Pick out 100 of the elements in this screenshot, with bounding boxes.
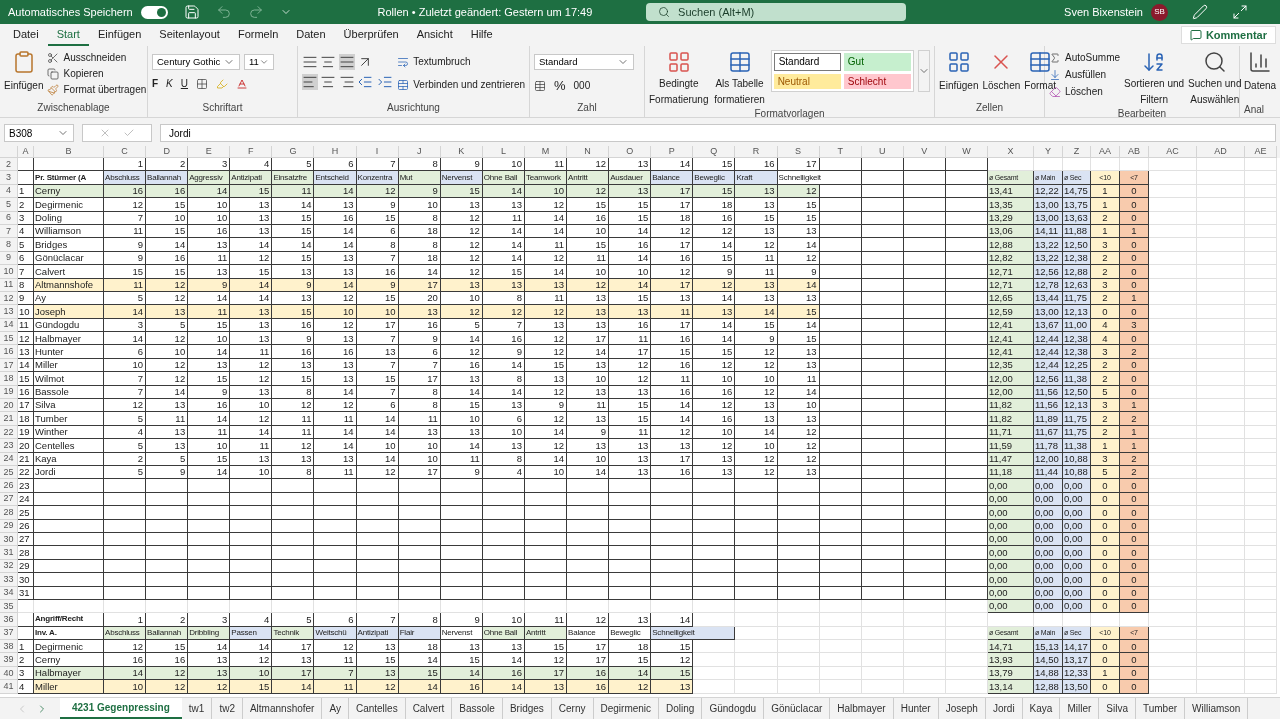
sheet-tab[interactable]: Cerny bbox=[551, 698, 594, 719]
sort-filter-button[interactable]: Sortieren und Filtern bbox=[1124, 50, 1185, 106]
comment-button[interactable]: Kommentar bbox=[1180, 26, 1276, 44]
conditional-formatting-button[interactable]: Bedingte Formatierung bbox=[649, 50, 709, 106]
column-letter[interactable]: L bbox=[482, 146, 525, 158]
cell-style[interactable]: Gut bbox=[843, 53, 911, 71]
column-letter[interactable]: B bbox=[34, 146, 104, 158]
name-box[interactable]: B308 bbox=[4, 124, 74, 142]
row-header[interactable]: 5 bbox=[0, 198, 18, 212]
sheet-tab[interactable]: Gönüclacar bbox=[764, 698, 831, 719]
row-header[interactable]: 15 bbox=[0, 332, 18, 346]
row-header[interactable]: 39 bbox=[0, 653, 18, 667]
sheet-tab[interactable]: 4231 Gegenpressing bbox=[60, 698, 182, 719]
column-letter[interactable]: Z bbox=[1062, 146, 1091, 158]
ribbon-tab[interactable]: Seitenlayout bbox=[150, 24, 229, 46]
font-field[interactable]: Century Gothic bbox=[152, 54, 240, 70]
thousands-button[interactable]: 000 bbox=[573, 78, 591, 94]
ribbon-tab[interactable]: Einfügen bbox=[88, 24, 151, 46]
delete-cells-button[interactable]: Löschen bbox=[982, 50, 1021, 93]
column-letter[interactable]: M bbox=[524, 146, 568, 158]
column-letter[interactable]: I bbox=[356, 146, 399, 158]
insert-cells-button[interactable]: Einfügen bbox=[939, 50, 979, 93]
document-title[interactable]: Rollen • Zuletzt geändert: Gestern um 17:49 bbox=[377, 3, 593, 21]
sheet-tab[interactable]: Cantelles bbox=[348, 698, 406, 719]
copy-button[interactable]: Kopieren bbox=[47, 66, 147, 81]
format-as-table-button[interactable]: Als Tabelle formatieren bbox=[712, 50, 767, 106]
cut-button[interactable]: Ausschneiden bbox=[47, 50, 147, 65]
column-letter[interactable]: O bbox=[609, 146, 652, 158]
sheet-tab[interactable]: Gündogdu bbox=[702, 698, 765, 719]
ribbon-tab[interactable]: Datei bbox=[4, 24, 48, 46]
sheet-tab[interactable]: Hunter bbox=[893, 698, 939, 719]
format-painter-button[interactable]: Format übertragen bbox=[47, 82, 147, 97]
sheet-tab[interactable]: Tumber bbox=[1136, 698, 1186, 719]
column-letter[interactable]: C bbox=[104, 146, 147, 158]
row-header[interactable]: 28 bbox=[0, 506, 18, 520]
column-letter[interactable]: G bbox=[272, 146, 315, 158]
column-letter[interactable]: N bbox=[567, 146, 610, 158]
column-letter[interactable]: AD bbox=[1196, 146, 1245, 158]
search-field[interactable]: Suchen (Alt+M) bbox=[646, 3, 907, 21]
row-header[interactable]: 21 bbox=[0, 412, 18, 426]
column-letter[interactable]: F bbox=[230, 146, 273, 158]
sheet-tab[interactable]: Jordi bbox=[985, 698, 1023, 719]
column-letter[interactable]: AA bbox=[1090, 146, 1120, 158]
sheet-tab[interactable]: tw1 bbox=[181, 698, 213, 719]
sheet-tab[interactable]: Halbmayer bbox=[830, 698, 894, 719]
ribbon-tab[interactable]: Hilfe bbox=[461, 24, 502, 46]
italic-button[interactable]: K bbox=[166, 76, 173, 91]
cell-style[interactable]: Neutral bbox=[773, 73, 841, 89]
number-format-field[interactable]: Standard bbox=[534, 54, 634, 70]
column-letter[interactable]: J bbox=[398, 146, 441, 158]
sheet-tab[interactable]: Silva bbox=[1099, 698, 1136, 719]
column-letter[interactable]: Y bbox=[1033, 146, 1063, 158]
user-avatar[interactable]: SB bbox=[1151, 3, 1168, 21]
wrap-text-button[interactable]: Textumbruch bbox=[397, 54, 525, 69]
bold-button[interactable]: F bbox=[152, 76, 159, 91]
ribbon-tab[interactable]: Überprüfen bbox=[334, 24, 408, 46]
row-header[interactable]: 8 bbox=[0, 238, 18, 252]
row-header[interactable]: 18 bbox=[0, 372, 18, 386]
column-letter[interactable]: AE bbox=[1244, 146, 1277, 158]
column-letter[interactable]: S bbox=[777, 146, 820, 158]
column-letter[interactable]: V bbox=[903, 146, 946, 158]
find-select-button[interactable]: Suchen und Auswählen bbox=[1188, 50, 1242, 106]
sheet-tab[interactable]: Doling bbox=[659, 698, 703, 719]
ribbon-tab[interactable]: Daten bbox=[287, 24, 335, 46]
column-letter[interactable]: W bbox=[945, 146, 988, 158]
sheet-tab[interactable]: Calvert bbox=[405, 698, 453, 719]
row-header[interactable]: 16 bbox=[0, 345, 18, 359]
ribbon-tab[interactable]: Ansicht bbox=[407, 24, 462, 46]
sheet-tab[interactable]: Ay bbox=[322, 698, 349, 719]
row-header[interactable]: 26 bbox=[0, 479, 18, 493]
sheet-tab[interactable]: Altmannshofer bbox=[242, 698, 323, 719]
column-letter[interactable]: U bbox=[861, 146, 904, 158]
row-header[interactable]: 41 bbox=[0, 680, 18, 694]
column-letter[interactable]: H bbox=[314, 146, 357, 158]
sheet-tab[interactable]: Degirmenic bbox=[593, 698, 660, 719]
row-header[interactable]: 31 bbox=[0, 546, 18, 560]
sheet-tab[interactable]: Bassole bbox=[452, 698, 503, 719]
cell-style[interactable]: Standard bbox=[773, 53, 841, 71]
gallery-more-button[interactable] bbox=[918, 50, 930, 92]
row-header[interactable]: 2 bbox=[0, 158, 18, 172]
column-letter[interactable]: E bbox=[188, 146, 231, 158]
sheet-tab[interactable]: Kaya bbox=[1022, 698, 1061, 719]
formula-field[interactable]: Jordi bbox=[160, 124, 1276, 142]
column-letter[interactable]: X bbox=[987, 146, 1034, 158]
autosave-toggle[interactable] bbox=[140, 5, 168, 19]
percent-button[interactable]: % bbox=[554, 76, 566, 96]
row-header[interactable]: 20 bbox=[0, 399, 18, 413]
column-letter[interactable]: Q bbox=[693, 146, 736, 158]
column-letter[interactable]: K bbox=[440, 146, 483, 158]
sheet-tab[interactable]: Miller bbox=[1060, 698, 1100, 719]
cell-style[interactable]: Schlecht bbox=[843, 73, 911, 89]
sheet-tab[interactable]: tw2 bbox=[212, 698, 243, 719]
merge-button[interactable]: Verbinden und zentrieren bbox=[397, 77, 525, 92]
data-analysis-button[interactable]: Datena bbox=[1244, 46, 1276, 93]
column-letter[interactable]: AB bbox=[1119, 146, 1149, 158]
column-letter[interactable]: AC bbox=[1148, 146, 1197, 158]
row-header[interactable]: 36 bbox=[0, 613, 18, 627]
paste-button[interactable]: Einfügen bbox=[4, 50, 44, 93]
row-header[interactable]: 38 bbox=[0, 640, 18, 654]
column-letter[interactable]: R bbox=[735, 146, 778, 158]
